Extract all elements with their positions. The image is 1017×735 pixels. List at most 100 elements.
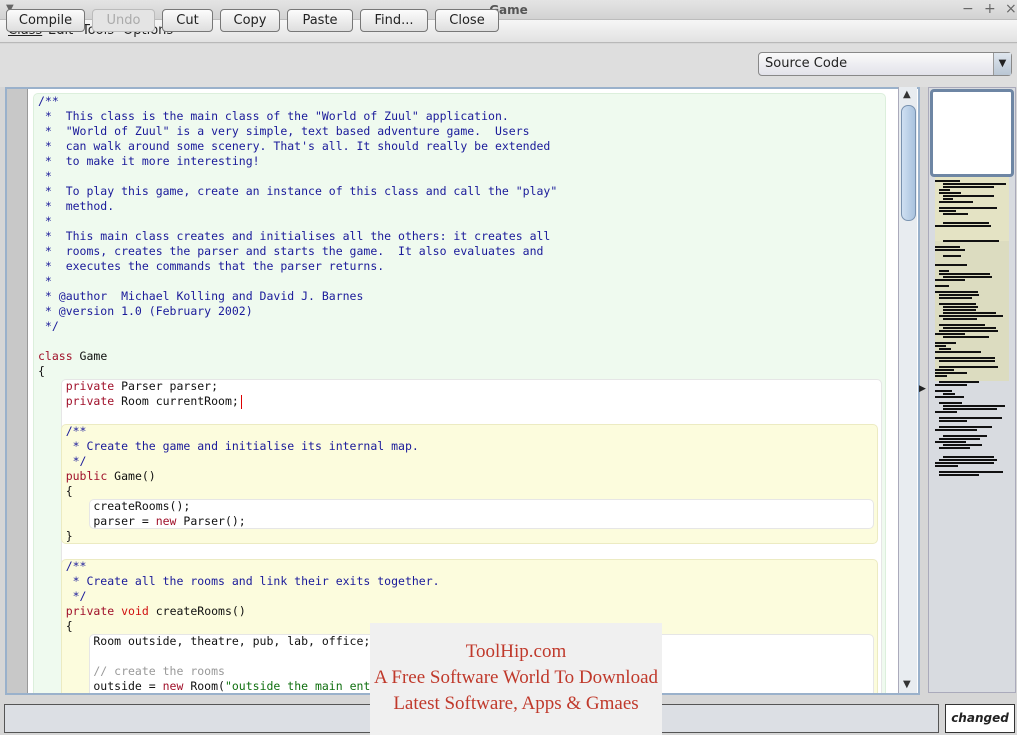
code-line: */ — [38, 589, 87, 604]
watermark-line: Latest Software, Apps & Gmaes — [393, 693, 639, 714]
minimap-line — [935, 333, 966, 335]
minimap-line — [939, 402, 962, 404]
paste-button[interactable]: Paste — [287, 9, 353, 32]
code-token: * method. — [38, 199, 115, 213]
scroll-up-icon[interactable]: ▲ — [903, 89, 911, 100]
code-line: * — [38, 214, 52, 229]
copy-button[interactable]: Copy — [220, 9, 280, 32]
code-line: * "World of Zuul" is a very simple, text… — [38, 124, 530, 139]
minimap-line — [935, 465, 959, 467]
minimize-icon[interactable]: − — [962, 1, 974, 17]
code-line: } — [38, 529, 73, 544]
minimap-line — [943, 213, 968, 215]
code-line: * can walk around some scenery. That's a… — [38, 139, 550, 154]
minimap-line — [943, 309, 976, 311]
minimap-line — [943, 393, 955, 395]
code-token: */ — [38, 319, 59, 333]
code-token: { — [38, 619, 73, 633]
scroll-down-icon[interactable]: ▼ — [903, 679, 911, 690]
close-window-icon[interactable]: × — [1005, 1, 1017, 17]
code-token: * Create the game and initialise its int… — [38, 439, 419, 453]
code-line: */ — [38, 319, 59, 334]
compile-button[interactable]: Compile — [6, 9, 85, 32]
code-line: * to make it more interesting! — [38, 154, 260, 169]
code-line: { — [38, 619, 73, 634]
minimap-line — [939, 330, 998, 332]
code-line: /** — [38, 559, 87, 574]
code-line: private Room currentRoom; — [38, 394, 239, 409]
minimap-line — [943, 222, 990, 224]
minimap-line — [939, 294, 979, 296]
chevron-down-icon[interactable]: ▼ — [993, 53, 1011, 75]
code-token: new — [162, 679, 184, 693]
code-line: class Game — [38, 349, 107, 364]
minimap-line — [939, 315, 1004, 317]
minimap-line — [943, 408, 998, 410]
code-token: Room outside, theatre, pub, lab, office; — [38, 634, 371, 648]
undo-button[interactable]: Undo — [92, 9, 155, 32]
navigation-viewport[interactable] — [930, 89, 1014, 177]
code-token: */ — [38, 589, 87, 603]
code-token: * — [38, 214, 52, 228]
code-line: Room outside, theatre, pub, lab, office; — [38, 634, 370, 649]
code-token: /** — [38, 559, 87, 573]
code-editor[interactable]: /** * This class is the main class of th… — [5, 87, 920, 695]
code-line: * method. — [38, 199, 114, 214]
watermark: ToolHip.com A Free Software World To Dow… — [370, 623, 662, 735]
code-token: Game() — [107, 469, 156, 483]
minimap-line — [935, 357, 995, 359]
code-token: outside = — [38, 679, 163, 693]
minimap-line — [935, 342, 956, 344]
code-line: * Create all the rooms and link their ex… — [38, 574, 440, 589]
minimap-line — [939, 420, 967, 422]
navigation-view[interactable] — [928, 87, 1016, 693]
minimap-line — [935, 411, 957, 413]
minimap-line — [935, 369, 954, 371]
minimap-line — [939, 324, 985, 326]
minimap-line — [943, 405, 1006, 407]
minimap-line — [935, 345, 947, 347]
minimap-line — [935, 264, 968, 266]
code-token: * — [38, 169, 52, 183]
code-token: new — [155, 514, 177, 528]
find-button[interactable]: Find... — [360, 9, 428, 32]
code-line: * Create the game and initialise its int… — [38, 439, 419, 454]
minimap-line — [943, 240, 1000, 242]
code-line: { — [38, 364, 45, 379]
minimap-line — [935, 441, 967, 443]
code-line: createRooms(); — [38, 499, 190, 514]
view-select[interactable]: Source Code ▼ — [758, 52, 1012, 76]
cut-button[interactable]: Cut — [162, 9, 213, 32]
code-line: private Parser parser; — [38, 379, 218, 394]
minimap-line — [939, 366, 999, 368]
minimap-line — [935, 279, 965, 281]
minimap-line — [935, 390, 952, 392]
watermark-line: ToolHip.com — [465, 641, 567, 662]
minimap-line — [935, 291, 979, 293]
minimap-line — [939, 360, 995, 362]
code-token: * rooms, creates the parser and starts t… — [38, 244, 544, 258]
code-line: * @version 1.0 (February 2002) — [38, 304, 253, 319]
close-button[interactable]: Close — [435, 9, 499, 32]
minimap-line — [939, 297, 973, 299]
collapse-arrow-icon[interactable]: ▶ — [919, 384, 926, 394]
code-token: Game — [72, 349, 108, 363]
minimap-line — [935, 180, 960, 182]
minimap-line — [939, 210, 956, 212]
scrollbar-thumb[interactable] — [901, 105, 916, 221]
code-token: parser = — [38, 514, 156, 528]
minimap-line — [935, 249, 965, 251]
minimap-line — [943, 195, 994, 197]
maximize-icon[interactable]: + — [984, 1, 996, 17]
minimap-line — [943, 183, 1007, 185]
code-line: * @author Michael Kolling and David J. B… — [38, 289, 364, 304]
code-token: private — [65, 379, 115, 393]
code-line: * This main class creates and initialise… — [38, 229, 550, 244]
minimap-line — [939, 303, 977, 305]
minimap-line — [939, 192, 961, 194]
vertical-scrollbar[interactable]: ▲ ▼ — [898, 87, 917, 693]
